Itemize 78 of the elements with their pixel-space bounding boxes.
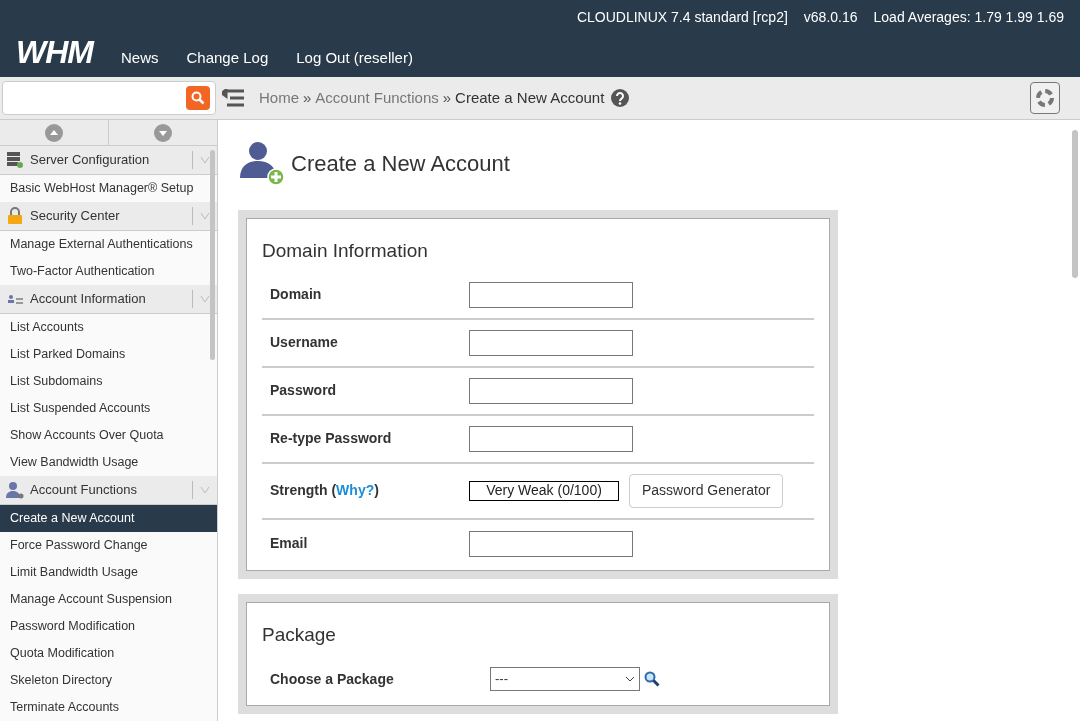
field-label: Email <box>270 535 308 551</box>
chevron-down-icon <box>200 212 210 220</box>
text-field[interactable] <box>469 530 633 557</box>
nav-link[interactable]: Log Out (reseller) <box>296 49 413 67</box>
field-label: Password <box>270 382 337 398</box>
text-field[interactable] <box>469 425 633 452</box>
sidebar-item[interactable]: Skeleton Directory <box>0 667 217 694</box>
field-label: Username <box>270 334 338 350</box>
section-title: Server Configuration <box>30 151 151 170</box>
sidebar-item[interactable]: Limit Bandwidth Usage <box>0 559 217 586</box>
password-generator-button[interactable]: Password Generator <box>629 473 784 508</box>
caret-up-icon <box>45 123 63 142</box>
sidebar-item[interactable]: Manage External Authentications <box>0 231 217 258</box>
sidebar-item[interactable]: Show Accounts Over Quota <box>0 422 217 449</box>
menu-collapse-icon[interactable] <box>222 89 244 107</box>
add-user-icon <box>238 140 285 186</box>
caret-down-icon <box>154 123 172 142</box>
sidebar-section-header[interactable]: Server Configuration <box>0 146 217 175</box>
sidebar-item[interactable]: Manage Account Suspension <box>0 586 217 613</box>
sidebar-item[interactable]: Quota Modification <box>0 640 217 667</box>
scrollbar-thumb[interactable] <box>210 150 215 360</box>
chevron-down-icon <box>200 295 210 303</box>
nav-link[interactable]: News <box>120 49 159 67</box>
panel-title: Package <box>262 622 337 647</box>
section-title: Security Center <box>30 207 121 226</box>
section-title: Account Functions <box>30 481 138 500</box>
breadcrumb-current: Create a New Account <box>455 87 605 108</box>
sidebar-section-header[interactable]: Account Information <box>0 285 217 314</box>
panel-title: Domain Information <box>262 239 429 263</box>
whm-logo[interactable]: WHM <box>16 37 93 67</box>
breadcrumb-separator: » <box>303 87 312 108</box>
search-button[interactable] <box>186 86 210 110</box>
user-icon <box>6 481 24 499</box>
system-info: Load Averages: 1.79 1.99 1.69 <box>873 8 1064 27</box>
text-field[interactable] <box>469 281 633 308</box>
package-select[interactable]: --- <box>490 667 640 691</box>
sidebar-item[interactable]: Terminate Accounts <box>0 694 217 721</box>
server-icon <box>6 151 24 169</box>
field-label: Domain <box>270 286 322 302</box>
help-icon[interactable] <box>611 89 630 107</box>
support-button[interactable] <box>1030 82 1060 114</box>
chevron-down-icon <box>625 676 635 682</box>
breadcrumb-link[interactable]: Account Functions <box>315 86 439 110</box>
sidebar-item[interactable]: Basic WebHost Manager® Setup <box>0 175 217 202</box>
sidebar-item[interactable]: Force Password Change <box>0 532 217 559</box>
field-label: Re-type Password <box>270 430 392 446</box>
field-label: Choose a Package <box>270 670 394 687</box>
search-icon <box>191 91 205 105</box>
breadcrumb-separator: » <box>442 87 452 108</box>
sidebar-item[interactable]: Password Modification <box>0 613 217 640</box>
search-field[interactable] <box>2 81 216 115</box>
sidebar-item[interactable]: Two-Factor Authentication <box>0 258 217 285</box>
sidebar-section-header[interactable]: Account Functions <box>0 476 217 505</box>
field-label: Strength (Why?) <box>270 482 379 498</box>
padlock-icon <box>6 207 24 225</box>
strength-text: Very Weak (0/100) <box>486 481 602 500</box>
nav-link[interactable]: Change Log <box>186 49 269 67</box>
search-icon[interactable] <box>644 671 660 687</box>
sidebar-item[interactable]: View Bandwidth Usage <box>0 449 217 476</box>
sidebar-item[interactable]: List Parked Domains <box>0 341 217 368</box>
sidebar-section-header[interactable]: Security Center <box>0 202 217 231</box>
chevron-down-icon <box>200 156 210 164</box>
sidebar-item[interactable]: List Accounts <box>0 314 217 341</box>
page-title: Create a New Account <box>291 149 510 178</box>
breadcrumb-link[interactable]: Home <box>259 86 299 110</box>
scrollbar-thumb[interactable] <box>1072 130 1078 278</box>
chevron-down-icon <box>200 486 210 494</box>
section-title: Account Information <box>30 290 147 309</box>
system-info: CLOUDLINUX 7.4 standard [rcp2] <box>576 8 788 27</box>
sidebar-item[interactable]: List Suspended Accounts <box>0 395 217 422</box>
why-link[interactable]: Why? <box>336 482 375 498</box>
sidebar-item[interactable]: List Subdomains <box>0 368 217 395</box>
lifebuoy-icon <box>1035 88 1055 108</box>
text-field[interactable] <box>469 329 633 356</box>
text-field[interactable] <box>469 377 633 404</box>
system-info: v68.0.16 <box>803 8 858 27</box>
id-card-icon <box>6 292 24 306</box>
sidebar-item[interactable]: Create a New Account <box>0 505 217 532</box>
